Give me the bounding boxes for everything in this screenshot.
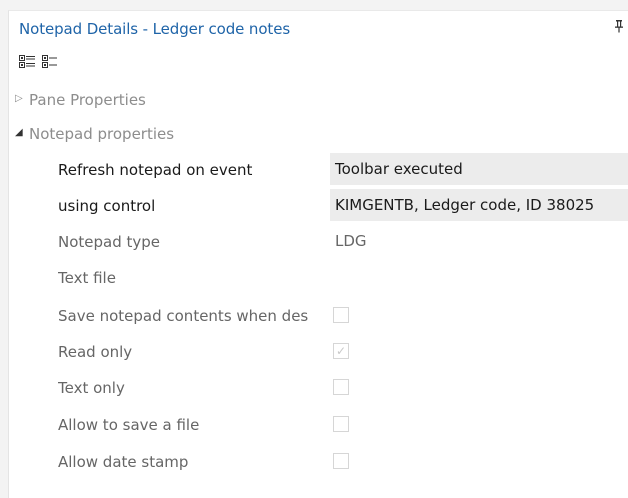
allow-save-file-checkbox[interactable] bbox=[333, 416, 349, 432]
prop-value: LDG bbox=[335, 232, 367, 250]
prop-row-type: Notepad type LDG bbox=[9, 225, 628, 261]
prop-row-refresh: Refresh notepad on event Toolbar execute… bbox=[9, 153, 628, 189]
prop-row-allowsave: Allow to save a file bbox=[9, 408, 628, 444]
prop-row-textfile: Text file bbox=[9, 261, 628, 297]
refresh-event-select[interactable]: Toolbar executed ▼ bbox=[330, 153, 628, 185]
prop-name: Refresh notepad on event bbox=[58, 161, 253, 179]
save-contents-checkbox[interactable] bbox=[333, 307, 349, 323]
pane-titlebar: Notepad Details - Ledger code notes bbox=[9, 11, 628, 43]
collapse-triangle-icon: ◢ bbox=[15, 127, 23, 138]
using-control-select[interactable]: KIMGENTB, Ledger code, ID 38025 ▼ bbox=[330, 189, 628, 221]
section-pane-properties[interactable]: ▷ Pane Properties bbox=[9, 89, 628, 111]
prop-name: Allow date stamp bbox=[58, 453, 189, 471]
categorized-view-icon[interactable] bbox=[19, 55, 37, 69]
prop-row-datestamp: Allow date stamp bbox=[9, 445, 628, 481]
alphabetical-view-icon[interactable] bbox=[42, 55, 60, 69]
prop-row-save: Save notepad contents when des bbox=[9, 299, 628, 335]
prop-row-textonly: Text only bbox=[9, 371, 628, 407]
read-only-checkbox[interactable]: ✓ bbox=[333, 343, 349, 359]
prop-row-control: using control KIMGENTB, Ledger code, ID … bbox=[9, 189, 628, 225]
text-file-value bbox=[330, 261, 628, 293]
section-label: Pane Properties bbox=[29, 91, 146, 109]
prop-name: Save notepad contents when des bbox=[58, 307, 309, 325]
prop-name: Text file bbox=[58, 269, 116, 287]
section-notepad-properties[interactable]: ◢ Notepad properties bbox=[9, 123, 628, 145]
prop-value: KIMGENTB, Ledger code, ID 38025 bbox=[335, 196, 595, 214]
prop-name: Read only bbox=[58, 343, 133, 361]
prop-name: Text only bbox=[58, 379, 125, 397]
text-only-checkbox[interactable] bbox=[333, 379, 349, 395]
prop-value: Toolbar executed bbox=[335, 160, 463, 178]
prop-name: using control bbox=[58, 197, 156, 215]
pane-title: Notepad Details - Ledger code notes bbox=[19, 20, 291, 38]
section-label: Notepad properties bbox=[29, 125, 175, 143]
prop-name: Notepad type bbox=[58, 233, 161, 251]
notepad-details-pane: Notepad Details - Ledger code notes ▷ Pa… bbox=[8, 10, 628, 498]
prop-name: Allow to save a file bbox=[58, 416, 200, 434]
expand-triangle-icon: ▷ bbox=[15, 93, 23, 104]
allow-date-stamp-checkbox[interactable] bbox=[333, 453, 349, 469]
notepad-type-value: LDG bbox=[330, 225, 628, 257]
prop-row-readonly: Read only ✓ bbox=[9, 335, 628, 371]
pin-icon[interactable] bbox=[614, 19, 624, 37]
property-toolbar: ⌄ bbox=[9, 51, 628, 71]
